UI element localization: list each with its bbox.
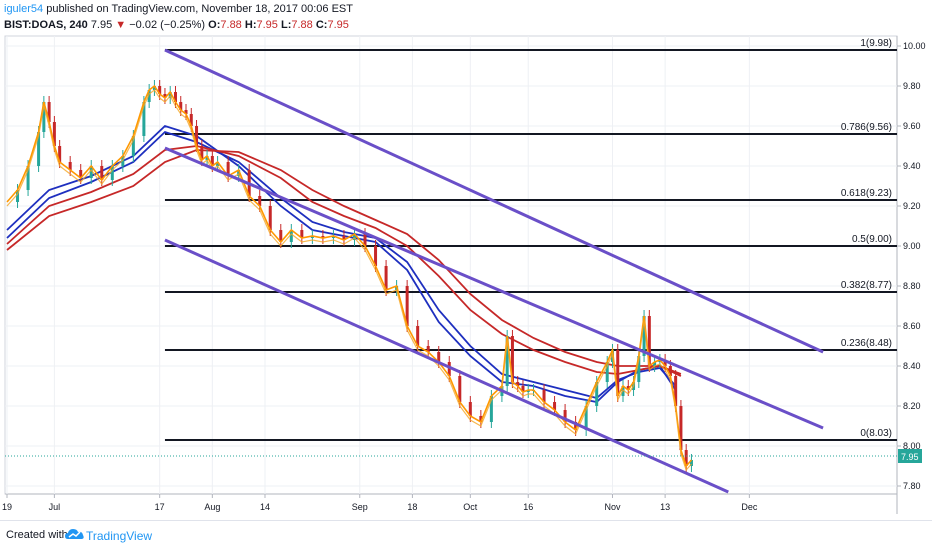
fib-level-label: 0.618(9.23)	[841, 188, 892, 199]
price-chart[interactable]: 7.808.008.208.408.608.809.009.209.409.60…	[0, 0, 932, 520]
fib-level-label: 0.236(8.48)	[841, 338, 892, 349]
x-tick-label: 17	[155, 502, 165, 512]
x-tick-label: 13	[660, 502, 670, 512]
x-tick-label: Jul	[49, 502, 61, 512]
y-tick-label: 9.80	[903, 81, 921, 91]
created-with-text: Created with	[6, 529, 68, 541]
tradingview-brand[interactable]: TradingView	[86, 529, 152, 543]
y-tick-label: 8.40	[903, 361, 921, 371]
fib-level-label: 0.382(8.77)	[841, 280, 892, 291]
y-tick-label: 9.00	[903, 241, 921, 251]
ema-line	[6, 124, 677, 403]
fib-level-label: 1(9.98)	[860, 38, 892, 49]
ema-fast-line-2	[6, 89, 692, 472]
fib-level-label: 0.5(9.00)	[852, 234, 892, 245]
ema-line	[6, 145, 682, 377]
x-tick-label: 14	[260, 502, 270, 512]
x-tick-label: 18	[407, 502, 417, 512]
ema-line	[6, 149, 682, 375]
y-tick-label: 8.80	[903, 281, 921, 291]
x-tick-label: 16	[523, 502, 533, 512]
x-tick-label: Dec	[741, 502, 758, 512]
x-tick-label: Nov	[604, 502, 621, 512]
y-tick-label: 9.40	[903, 161, 921, 171]
plot-area	[4, 35, 898, 495]
fib-level-label: 0.786(9.56)	[841, 122, 892, 133]
tradingview-cloud-icon[interactable]	[65, 527, 85, 541]
last-price-tag-label: 7.95	[901, 452, 919, 462]
y-tick-label: 9.60	[903, 121, 921, 131]
x-tick-label: Sep	[352, 502, 368, 512]
x-tick-label: Aug	[204, 502, 220, 512]
footer: Created with TradingView	[0, 520, 932, 551]
y-tick-label: 8.60	[903, 321, 921, 331]
ema-fast-line	[6, 84, 693, 468]
fib-level-label: 0(8.03)	[860, 428, 892, 439]
y-tick-label: 8.20	[903, 401, 921, 411]
y-tick-label: 7.80	[903, 481, 921, 491]
y-tick-label: 9.20	[903, 201, 921, 211]
x-tick-label: Oct	[463, 502, 478, 512]
x-tick-label: 19	[2, 502, 12, 512]
y-tick-label: 10.00	[903, 41, 926, 51]
